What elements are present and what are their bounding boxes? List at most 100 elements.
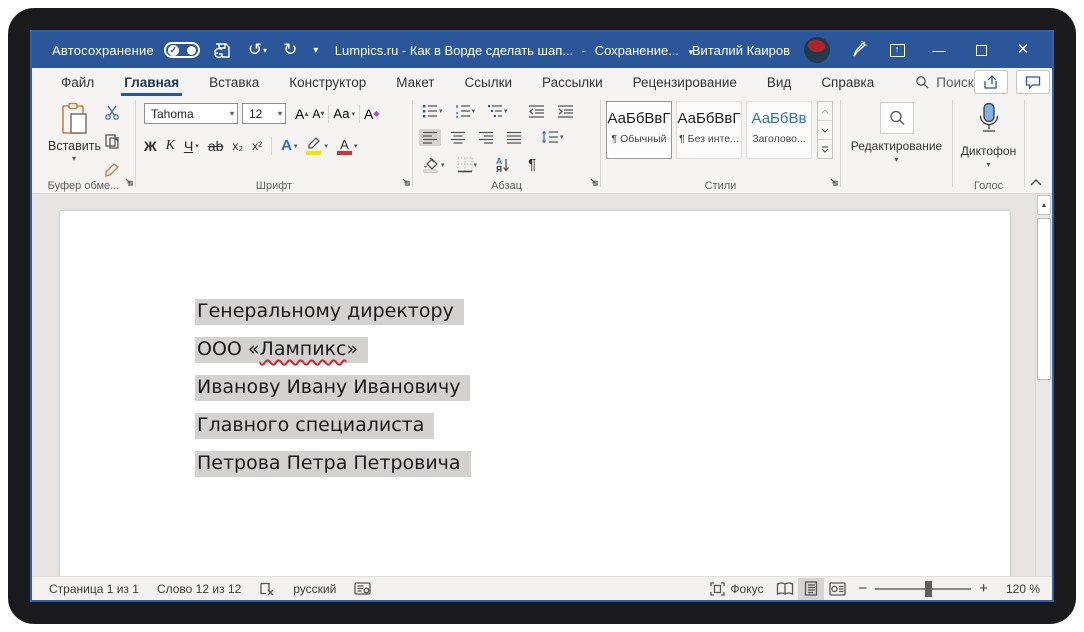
subscript-button[interactable]: x₂ [232, 139, 243, 153]
document-title[interactable]: Lumpics.ru - Как в Ворде сделать шап... … [328, 43, 700, 58]
doc-line-1[interactable]: Генеральному директору [195, 297, 471, 326]
doc-line-5[interactable]: Петрова Петра Петровича [195, 449, 471, 478]
change-case-button[interactable]: Аа ▾ [333, 106, 355, 121]
text-effects-button[interactable]: А ▾ [281, 137, 297, 154]
clipboard-dialog-launcher[interactable] [124, 173, 133, 191]
bold-button[interactable]: Ж [144, 138, 157, 154]
styles-scroll-down-button[interactable] [818, 121, 832, 140]
tab-layout[interactable]: Макет [381, 68, 449, 96]
ink-editor-button[interactable] [846, 38, 872, 62]
tab-file[interactable]: Файл [46, 68, 109, 96]
pen-icon [849, 40, 869, 60]
underline-button[interactable]: Ч ▾ [184, 138, 199, 154]
redo-button[interactable]: ↻ [280, 38, 300, 62]
scrollbar-thumb[interactable] [1037, 218, 1051, 380]
tab-home[interactable]: Главная [109, 68, 194, 96]
web-layout-button[interactable] [824, 578, 850, 600]
search-input[interactable]: Поиск [915, 68, 973, 96]
tab-insert[interactable]: Вставка [194, 68, 274, 96]
tab-references[interactable]: Ссылки [450, 68, 528, 96]
superscript-button[interactable]: x² [252, 139, 262, 153]
proofing-status-button[interactable] [250, 582, 284, 596]
borders-button[interactable]: ▾ [454, 155, 481, 175]
close-button[interactable]: × [1006, 35, 1040, 65]
focus-icon [710, 582, 725, 596]
numbering-button[interactable]: ▾ [452, 102, 479, 120]
language-button[interactable]: русский [284, 582, 345, 596]
styles-gallery-more-button[interactable] [818, 140, 832, 158]
align-left-button[interactable] [419, 129, 441, 146]
accessibility-button[interactable] [345, 582, 380, 595]
paragraph-dialog-launcher[interactable] [589, 173, 598, 191]
shrink-font-button[interactable]: А▾ [312, 107, 324, 121]
minimize-button[interactable]: — [922, 35, 956, 65]
zoom-level[interactable]: 120 % [996, 582, 1044, 596]
style-normal[interactable]: АаБбВвГ ¶ Обычный [606, 101, 672, 159]
avatar[interactable] [804, 37, 830, 63]
style-heading[interactable]: АаБбВв Заголово... [746, 101, 812, 159]
tab-mailings[interactable]: Рассылки [527, 68, 618, 96]
decrease-indent-button[interactable] [525, 103, 548, 120]
grow-font-button[interactable]: А▴ [295, 106, 308, 122]
strikethrough-button[interactable]: ab [208, 138, 224, 154]
font-dialog-launcher[interactable] [401, 173, 410, 191]
comments-button[interactable] [1016, 70, 1050, 94]
increase-indent-button[interactable] [554, 103, 577, 120]
numbered-list-icon [455, 104, 471, 118]
microphone-icon [977, 102, 1001, 134]
shading-bucket-icon [422, 157, 440, 173]
doc-line-2[interactable]: ООО «Лампикс» [195, 335, 471, 364]
quick-access-overflow-button[interactable]: ▾ [310, 43, 321, 58]
undo-button[interactable]: ↺ ▾ [245, 38, 270, 62]
highlight-color-button[interactable]: ▾ [306, 136, 328, 155]
maximize-button[interactable] [964, 35, 998, 65]
focus-mode-button[interactable]: Фокус [701, 582, 772, 596]
autosave-toggle[interactable]: ✓ [164, 42, 200, 58]
font-name-select[interactable]: Tahoma ▾ [144, 103, 238, 124]
style-no-spacing[interactable]: АаБбВвГ ¶ Без инте... [676, 101, 742, 159]
cut-button[interactable] [104, 104, 120, 125]
vertical-scrollbar[interactable]: ▲ [1035, 194, 1052, 576]
zoom-out-button[interactable]: − [858, 580, 867, 597]
paste-button[interactable]: Вставить ▾ [48, 102, 100, 163]
doc-line-4[interactable]: Главного специалиста [195, 411, 471, 440]
print-layout-button[interactable] [798, 578, 824, 600]
page-count[interactable]: Страница 1 из 1 [40, 582, 148, 596]
zoom-slider-track[interactable] [875, 588, 971, 590]
collapse-ribbon-button[interactable] [1030, 174, 1042, 189]
dictate-button[interactable]: Диктофон ▾ [953, 102, 1024, 169]
ribbon-display-options-button[interactable]: ↑ [880, 35, 914, 65]
share-button[interactable] [974, 70, 1008, 94]
tab-design[interactable]: Конструктор [274, 68, 381, 96]
align-right-button[interactable] [475, 129, 497, 146]
justify-button[interactable] [503, 129, 525, 146]
tab-review[interactable]: Рецензирование [618, 68, 752, 96]
clear-formatting-button[interactable]: А◆ [364, 106, 380, 122]
line-spacing-button[interactable]: ▾ [538, 128, 567, 146]
tab-view[interactable]: Вид [752, 68, 806, 96]
multilevel-list-button[interactable]: ▾ [484, 102, 511, 120]
align-center-button[interactable] [447, 129, 469, 146]
font-color-button[interactable]: А ▾ [337, 136, 358, 155]
shading-button[interactable]: ▾ [419, 155, 448, 175]
styles-scroll-up-button[interactable] [818, 102, 832, 121]
copy-button[interactable] [104, 133, 120, 154]
doc-line-3[interactable]: Иванову Ивану Ивановичу [195, 373, 471, 402]
styles-dialog-launcher[interactable] [829, 173, 838, 191]
italic-button[interactable]: К [166, 138, 175, 154]
read-mode-button[interactable] [772, 578, 798, 600]
tab-help[interactable]: Справка [806, 68, 889, 96]
scroll-up-button[interactable]: ▲ [1037, 195, 1051, 215]
selected-text: Петрова Петра Петровича [195, 451, 471, 477]
save-button[interactable] [210, 39, 235, 62]
word-count[interactable]: Слово 12 из 12 [148, 582, 250, 596]
show-marks-button[interactable]: ¶ [525, 154, 539, 175]
editing-button[interactable]: Редактирование ▾ [841, 102, 952, 164]
sort-button[interactable]: А Я [493, 155, 513, 175]
bullets-button[interactable]: ▾ [419, 102, 446, 120]
print-layout-icon [804, 581, 818, 596]
font-size-select[interactable]: 12 ▾ [242, 103, 286, 124]
zoom-slider-handle[interactable] [925, 581, 932, 597]
document-page[interactable]: Генеральному директору ООО «Лампикс» Ива… [60, 211, 1010, 576]
zoom-in-button[interactable]: + [979, 580, 988, 597]
